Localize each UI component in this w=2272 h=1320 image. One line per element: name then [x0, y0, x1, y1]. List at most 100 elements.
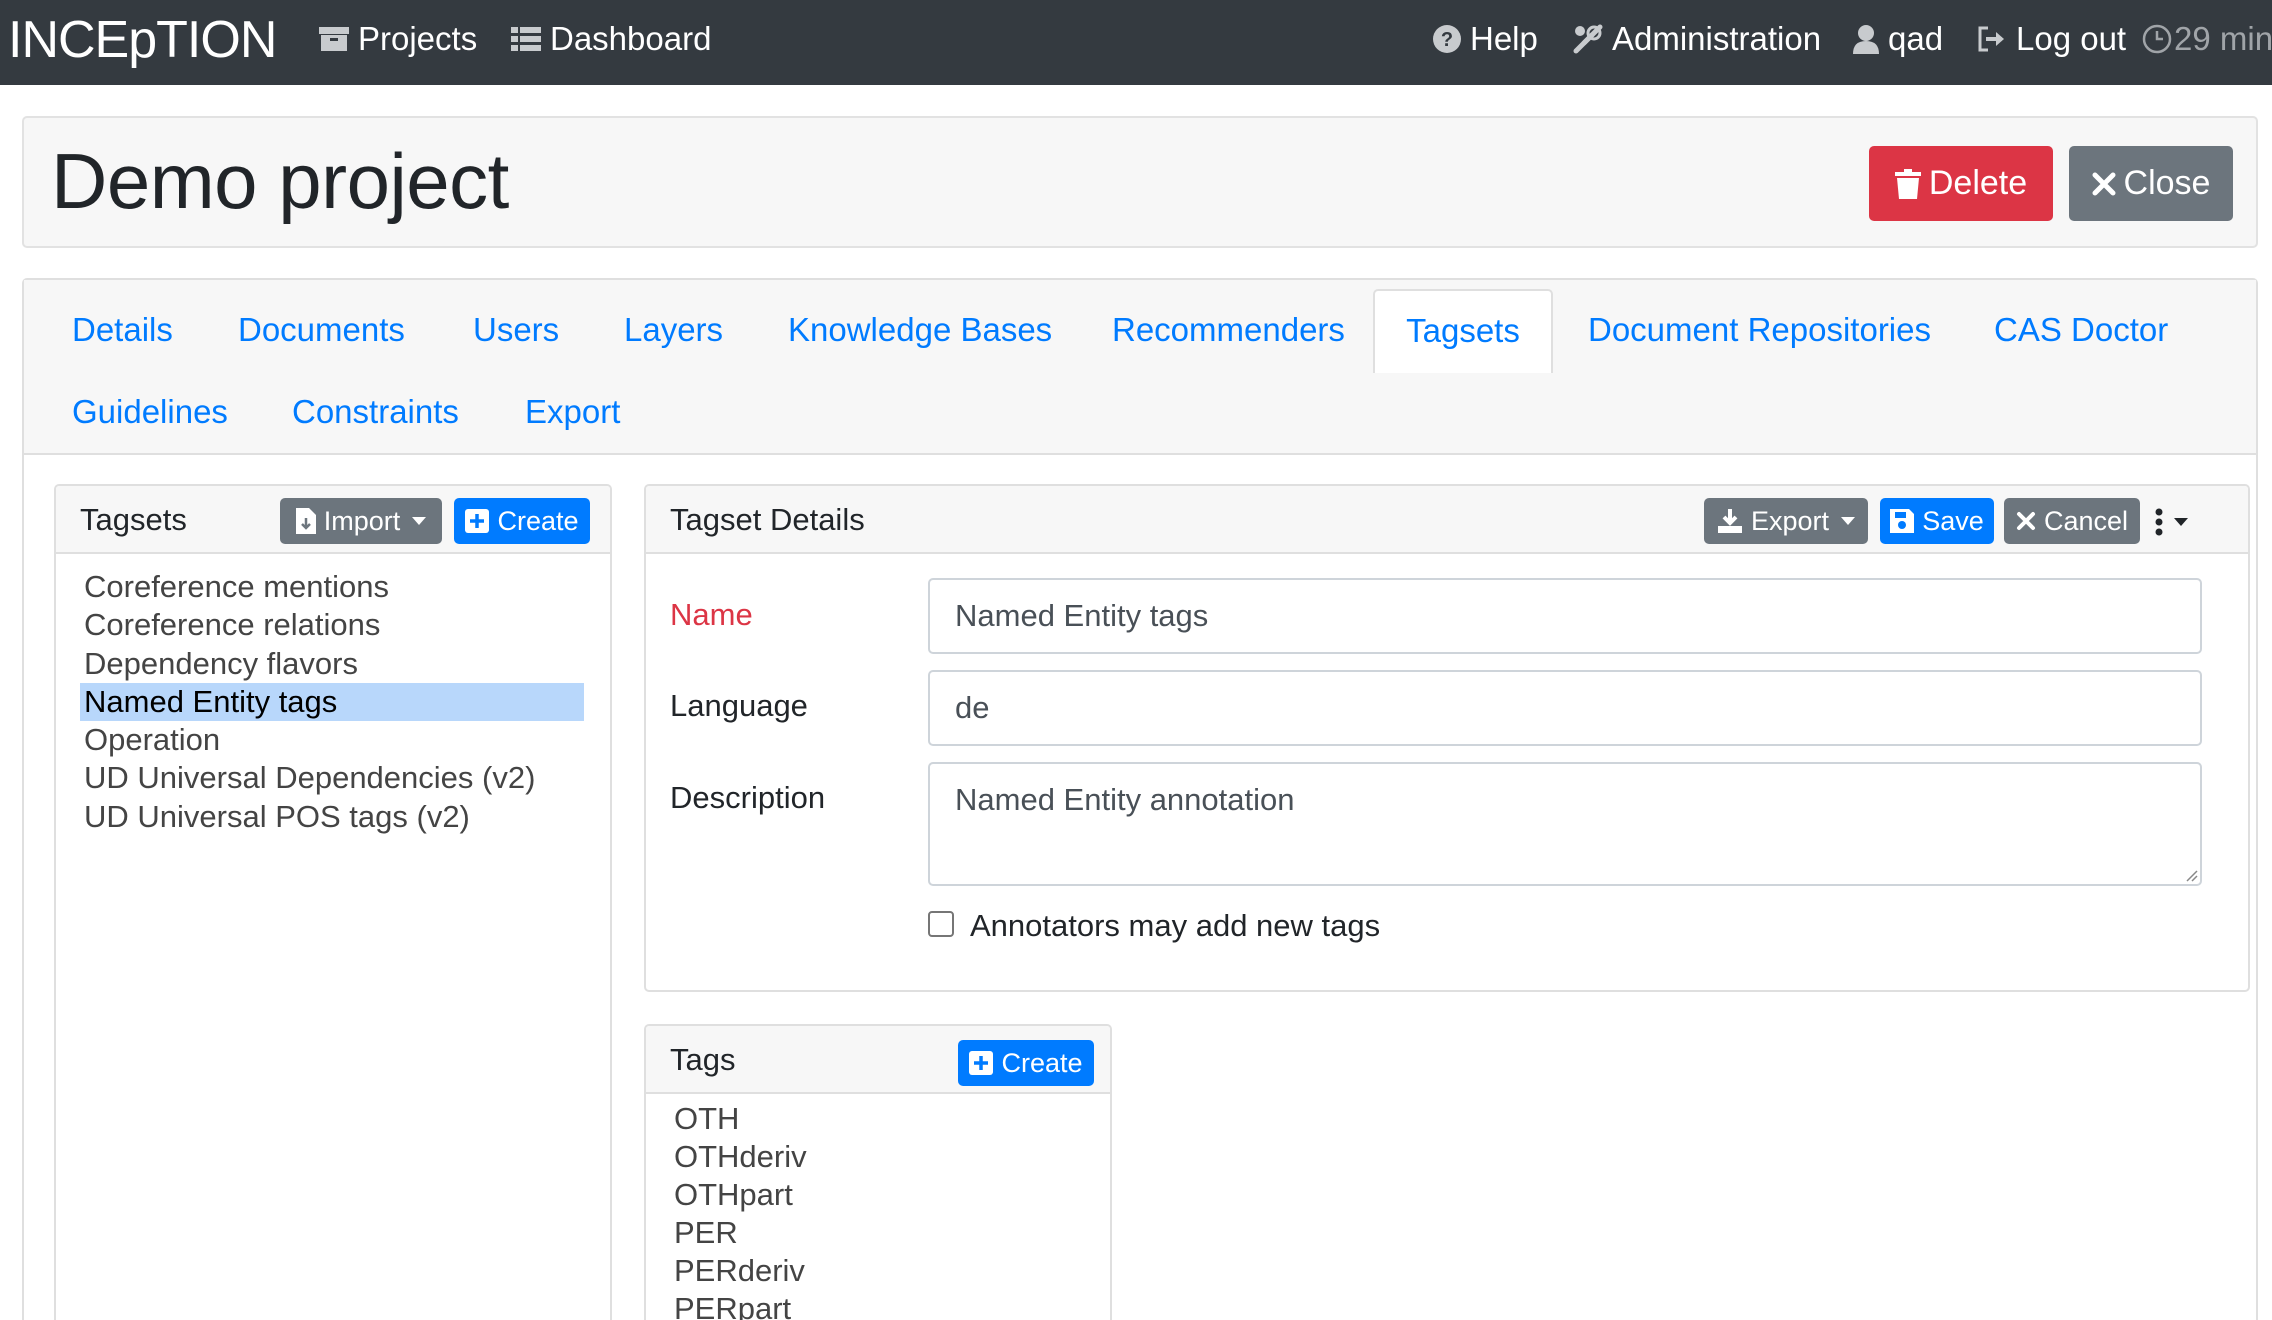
tools-icon — [1573, 24, 1603, 54]
nav-projects-label: Projects — [358, 20, 478, 57]
name-input[interactable]: Named Entity tags — [928, 578, 2202, 654]
nav-logout-label: Log out — [2016, 20, 2127, 57]
delete-button-label: Delete — [1928, 164, 2028, 202]
list-icon — [511, 27, 541, 51]
close-icon — [2092, 172, 2116, 195]
page-title: Demo project — [51, 137, 509, 225]
close-button[interactable]: Close — [2069, 146, 2233, 221]
tab-recommenders[interactable]: Recommenders — [1112, 310, 1345, 350]
tag-list-item[interactable]: OTH — [674, 1100, 739, 1138]
nav-help-label: Help — [1470, 20, 1538, 57]
top-navbar: INCEpTION Projects Dashboard ? Help Admi… — [0, 0, 2272, 85]
tagsets-panel: Tagsets Import Create Coreference mentio… — [54, 484, 612, 1320]
file-import-icon — [295, 508, 316, 534]
nav-help[interactable]: ? Help — [1432, 17, 1538, 61]
tagset-list-item[interactable]: UD Universal POS tags (v2) — [80, 798, 470, 836]
nav-dashboard-label: Dashboard — [550, 20, 712, 57]
close-icon — [2016, 512, 2035, 530]
tab-export[interactable]: Export — [525, 392, 620, 432]
tagset-list-item[interactable]: Dependency flavors — [80, 645, 358, 683]
tag-list-item[interactable]: OTHderiv — [674, 1138, 807, 1176]
project-header: Demo project Delete Close — [22, 116, 2258, 248]
plus-square-icon — [969, 1051, 994, 1075]
tagset-list-item[interactable]: Coreference mentions — [80, 568, 389, 606]
project-settings-card: Details Documents Users Layers Knowledge… — [22, 278, 2258, 1320]
cancel-button[interactable]: Cancel — [2004, 498, 2140, 544]
close-button-label: Close — [2123, 164, 2211, 202]
plus-square-icon — [465, 509, 490, 533]
tagset-list-item-selected[interactable]: Named Entity tags — [80, 683, 584, 721]
nav-user[interactable]: qad — [1852, 17, 1943, 61]
nav-administration-label: Administration — [1612, 20, 1822, 57]
resize-handle-icon[interactable] — [2184, 868, 2198, 882]
logout-icon — [1978, 26, 2004, 52]
language-input[interactable]: de — [928, 670, 2202, 746]
name-label: Name — [670, 597, 753, 632]
tab-layers[interactable]: Layers — [624, 310, 723, 350]
tab-documents[interactable]: Documents — [238, 310, 405, 350]
create-tag-button-label: Create — [1001, 1047, 1083, 1078]
tab-users[interactable]: Users — [473, 310, 559, 350]
nav-user-label: qad — [1888, 20, 1944, 57]
nav-projects[interactable]: Projects — [318, 17, 477, 61]
allow-new-tags-label: Annotators may add new tags — [970, 908, 1381, 943]
save-button-label: Save — [1922, 505, 1984, 536]
tab-cas-doctor[interactable]: CAS Doctor — [1994, 310, 2168, 350]
svg-text:?: ? — [1441, 29, 1453, 51]
session-timer-label: 29 min — [2174, 20, 2272, 57]
tagset-list-item[interactable]: UD Universal Dependencies (v2) — [80, 759, 535, 797]
session-timer: 29 min — [2142, 17, 2272, 61]
nav-dashboard[interactable]: Dashboard — [510, 17, 711, 61]
save-icon — [1890, 509, 1915, 533]
export-tagset-button-label: Export — [1750, 505, 1830, 536]
tagset-details-header: Tagset Details Export Save Cancel — [646, 486, 2248, 554]
tag-list-item[interactable]: OTHpart — [674, 1176, 793, 1214]
tagsets-panel-header: Tagsets Import Create — [56, 486, 610, 554]
import-button[interactable]: Import — [280, 498, 442, 544]
clock-icon — [2142, 24, 2172, 54]
create-tagset-button[interactable]: Create — [454, 498, 590, 544]
create-tag-button[interactable]: Create — [958, 1040, 1094, 1086]
more-actions-dropdown[interactable] — [2154, 502, 2204, 542]
tagset-list-item[interactable]: Operation — [80, 721, 220, 759]
help-icon: ? — [1433, 25, 1461, 53]
download-icon — [1717, 509, 1742, 533]
app-logo[interactable]: INCEpTION — [8, 10, 277, 70]
tab-tagsets[interactable]: Tagsets — [1375, 311, 1551, 351]
tagsets-panel-title: Tagsets — [80, 502, 187, 537]
tag-list-item[interactable]: PERpart — [674, 1290, 791, 1320]
language-label: Language — [670, 688, 808, 723]
ellipsis-vertical-icon — [2155, 508, 2163, 536]
user-icon — [1853, 25, 1879, 54]
tab-constraints[interactable]: Constraints — [292, 392, 459, 432]
description-textarea[interactable]: Named Entity annotation — [928, 762, 2202, 886]
caret-down-icon — [412, 517, 427, 525]
tag-list-item[interactable]: PER — [674, 1214, 738, 1252]
tagset-list-item[interactable]: Coreference relations — [80, 606, 380, 644]
tab-guidelines[interactable]: Guidelines — [72, 392, 228, 432]
allow-new-tags-checkbox[interactable] — [928, 911, 954, 937]
tab-knowledge-bases[interactable]: Knowledge Bases — [788, 310, 1052, 350]
tagset-details-title: Tagset Details — [670, 502, 865, 537]
tab-tagsets-active[interactable]: Tagsets — [1373, 289, 1553, 373]
import-button-label: Import — [323, 505, 401, 536]
save-button[interactable]: Save — [1880, 498, 1994, 544]
archive-icon — [319, 27, 349, 51]
nav-administration[interactable]: Administration — [1572, 17, 1821, 61]
tagset-details-panel: Tagset Details Export Save Cancel Name N… — [644, 484, 2250, 992]
cancel-button-label: Cancel — [2043, 505, 2129, 536]
tags-panel-title: Tags — [670, 1042, 736, 1077]
tags-panel: Tags Create OTH OTHderiv OTHpart PER PER… — [644, 1024, 1112, 1320]
tags-panel-header: Tags Create — [646, 1026, 1110, 1094]
tab-document-repositories[interactable]: Document Repositories — [1588, 310, 1931, 350]
delete-button[interactable]: Delete — [1869, 146, 2053, 221]
export-tagset-button[interactable]: Export — [1704, 498, 1868, 544]
trash-icon — [1894, 168, 1921, 199]
tag-list-item[interactable]: PERderiv — [674, 1252, 805, 1290]
description-label: Description — [670, 780, 826, 815]
caret-down-icon — [1841, 517, 1856, 525]
tab-details[interactable]: Details — [72, 310, 173, 350]
tab-bar: Details Documents Users Layers Knowledge… — [24, 280, 2256, 455]
nav-logout[interactable]: Log out — [1976, 17, 2126, 61]
caret-down-icon — [2174, 518, 2188, 526]
